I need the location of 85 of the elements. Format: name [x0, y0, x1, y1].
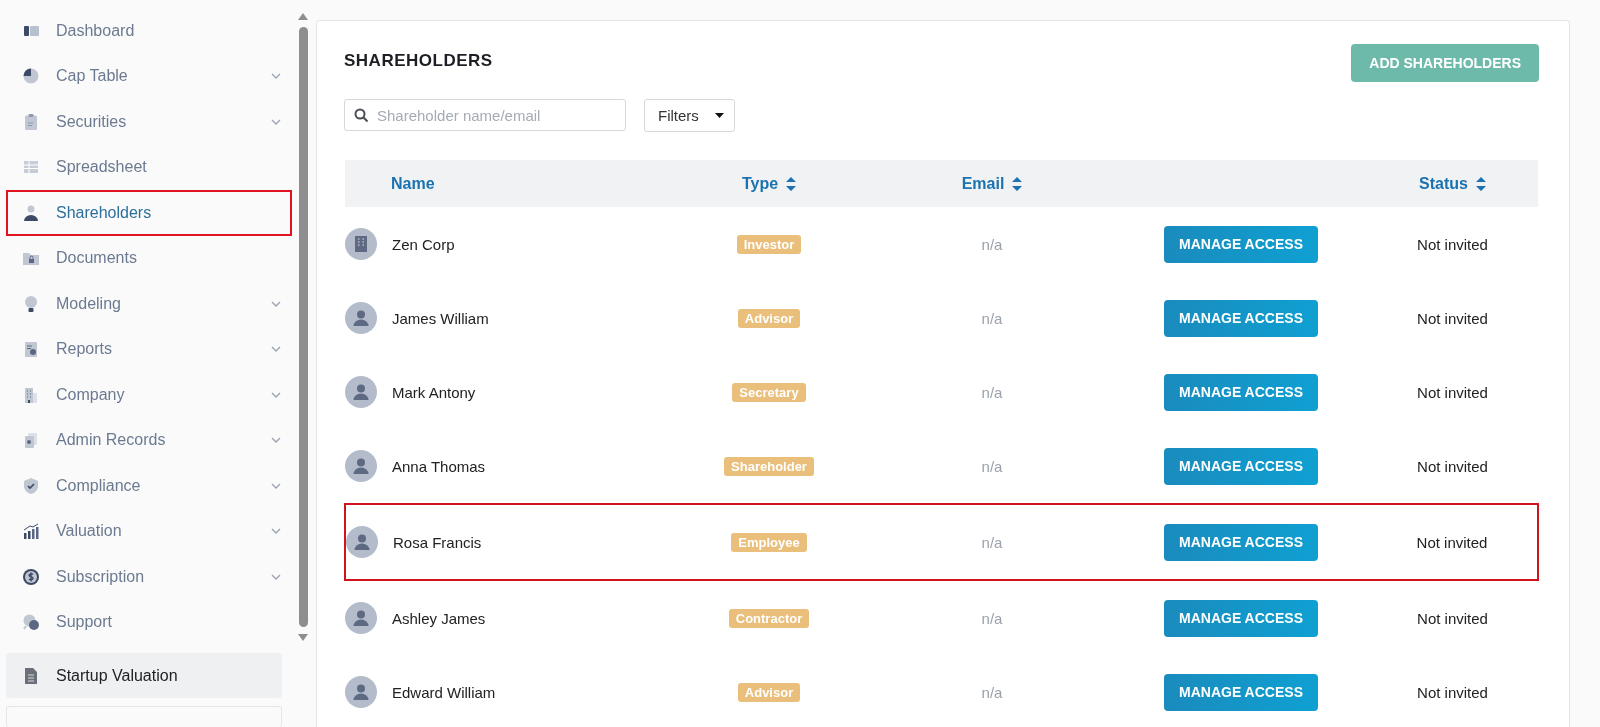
sidebar-item[interactable]: Admin Records [6, 417, 292, 464]
sidebar-item[interactable]: Securities [6, 99, 292, 145]
person-avatar-icon [345, 450, 377, 482]
shield-check-icon [22, 476, 40, 495]
light-bulb-icon [22, 294, 40, 313]
type-tag: Contractor [728, 608, 810, 628]
type-tag: Employee [731, 532, 807, 552]
sidebar-item[interactable]: Company [6, 372, 292, 418]
building-icon [22, 385, 40, 404]
type-tag: Advisor [737, 308, 801, 328]
documents-icon [22, 431, 40, 450]
status-text: Not invited [1417, 457, 1488, 475]
manage-access-button[interactable]: MANAGE ACCESS [1164, 523, 1318, 561]
shareholder-name: Mark Antony [392, 383, 476, 401]
shareholder-name: Edward William [392, 683, 496, 701]
sort-icon [1012, 176, 1023, 191]
page-title: SHAREHOLDERS [344, 50, 493, 71]
person-avatar-icon [346, 526, 378, 558]
document-icon [22, 666, 40, 685]
type-tag: Shareholder [724, 456, 814, 476]
sidebar-item[interactable]: Spreadsheet [6, 144, 292, 191]
type-tag: Advisor [737, 682, 801, 702]
filters-dropdown[interactable]: Filters [644, 99, 735, 132]
column-header: Name [391, 174, 435, 193]
sidebar-item[interactable]: Modeling [6, 281, 292, 327]
column-header[interactable]: Type [741, 174, 797, 193]
pie-chart-icon [22, 67, 40, 86]
sidebar-item[interactable]: Documents [6, 235, 292, 282]
sort-icon [786, 176, 797, 191]
status-text: Not invited [1417, 235, 1488, 253]
type-tag: Investor [736, 234, 802, 254]
manage-access-button[interactable]: MANAGE ACCESS [1164, 225, 1318, 263]
manage-access-button[interactable]: MANAGE ACCESS [1164, 599, 1318, 637]
shareholder-name: Anna Thomas [392, 457, 486, 475]
sidebar-item[interactable]: Subscription [6, 554, 292, 600]
shareholder-name: Zen Corp [392, 235, 455, 253]
email-text: n/a [981, 457, 1003, 475]
sidebar-item[interactable]: Cap Table [6, 53, 292, 100]
sidebar-item[interactable]: Support [6, 599, 292, 646]
email-text: n/a [981, 609, 1003, 627]
shareholder-name: Rosa Francis [393, 533, 482, 551]
shareholder-name: James William [392, 309, 489, 327]
shareholder-name: Ashley James [392, 609, 486, 627]
search-icon [354, 108, 369, 123]
column-header[interactable]: Status [1419, 174, 1486, 193]
dollar-coin-icon [22, 567, 40, 586]
status-text: Not invited [1417, 383, 1488, 401]
person-avatar-icon [345, 602, 377, 634]
column-header[interactable]: Email [961, 174, 1023, 193]
manage-access-button[interactable]: MANAGE ACCESS [1164, 373, 1318, 411]
email-text: n/a [981, 533, 1003, 551]
manage-access-button[interactable]: MANAGE ACCESS [1164, 673, 1318, 711]
email-text: n/a [981, 683, 1003, 701]
scroll-up-icon [297, 12, 309, 21]
chat-bubbles-icon [22, 613, 40, 632]
search-field[interactable]: Shareholder name/email [344, 99, 626, 131]
report-icon [22, 340, 40, 359]
scrollbar-thumb[interactable] [298, 27, 308, 627]
sidebar-item[interactable]: Compliance [6, 463, 292, 509]
type-tag: Secretary [732, 382, 806, 402]
manage-access-button[interactable]: MANAGE ACCESS [1164, 447, 1318, 485]
sort-icon [1475, 176, 1486, 191]
building-avatar-icon [345, 228, 377, 260]
caret-down-icon [714, 113, 724, 118]
scroll-down-icon [297, 633, 309, 642]
person-icon [22, 203, 40, 222]
bar-chart-icon [22, 522, 40, 541]
sidebar-item[interactable]: Dashboard [6, 8, 292, 54]
manage-access-button[interactable]: MANAGE ACCESS [1164, 299, 1318, 337]
sidebar-item[interactable]: Shareholders [6, 190, 292, 236]
status-text: Not invited [1417, 683, 1488, 701]
person-avatar-icon [345, 376, 377, 408]
sidebar-item[interactable]: Startup Valuation [6, 653, 282, 699]
email-text: n/a [981, 309, 1003, 327]
status-text: Not invited [1417, 309, 1488, 327]
status-text: Not invited [1417, 609, 1488, 627]
status-text: Not invited [1416, 533, 1488, 551]
clipboard-icon [22, 112, 40, 131]
add-shareholders-button[interactable]: ADD SHAREHOLDERS [1351, 44, 1539, 82]
person-avatar-icon [345, 302, 377, 334]
email-text: n/a [981, 235, 1003, 253]
person-avatar-icon [345, 676, 377, 708]
email-text: n/a [981, 383, 1003, 401]
sidebar-item[interactable]: Reports [6, 326, 292, 373]
sidebar-item[interactable]: Valuation [6, 508, 292, 555]
